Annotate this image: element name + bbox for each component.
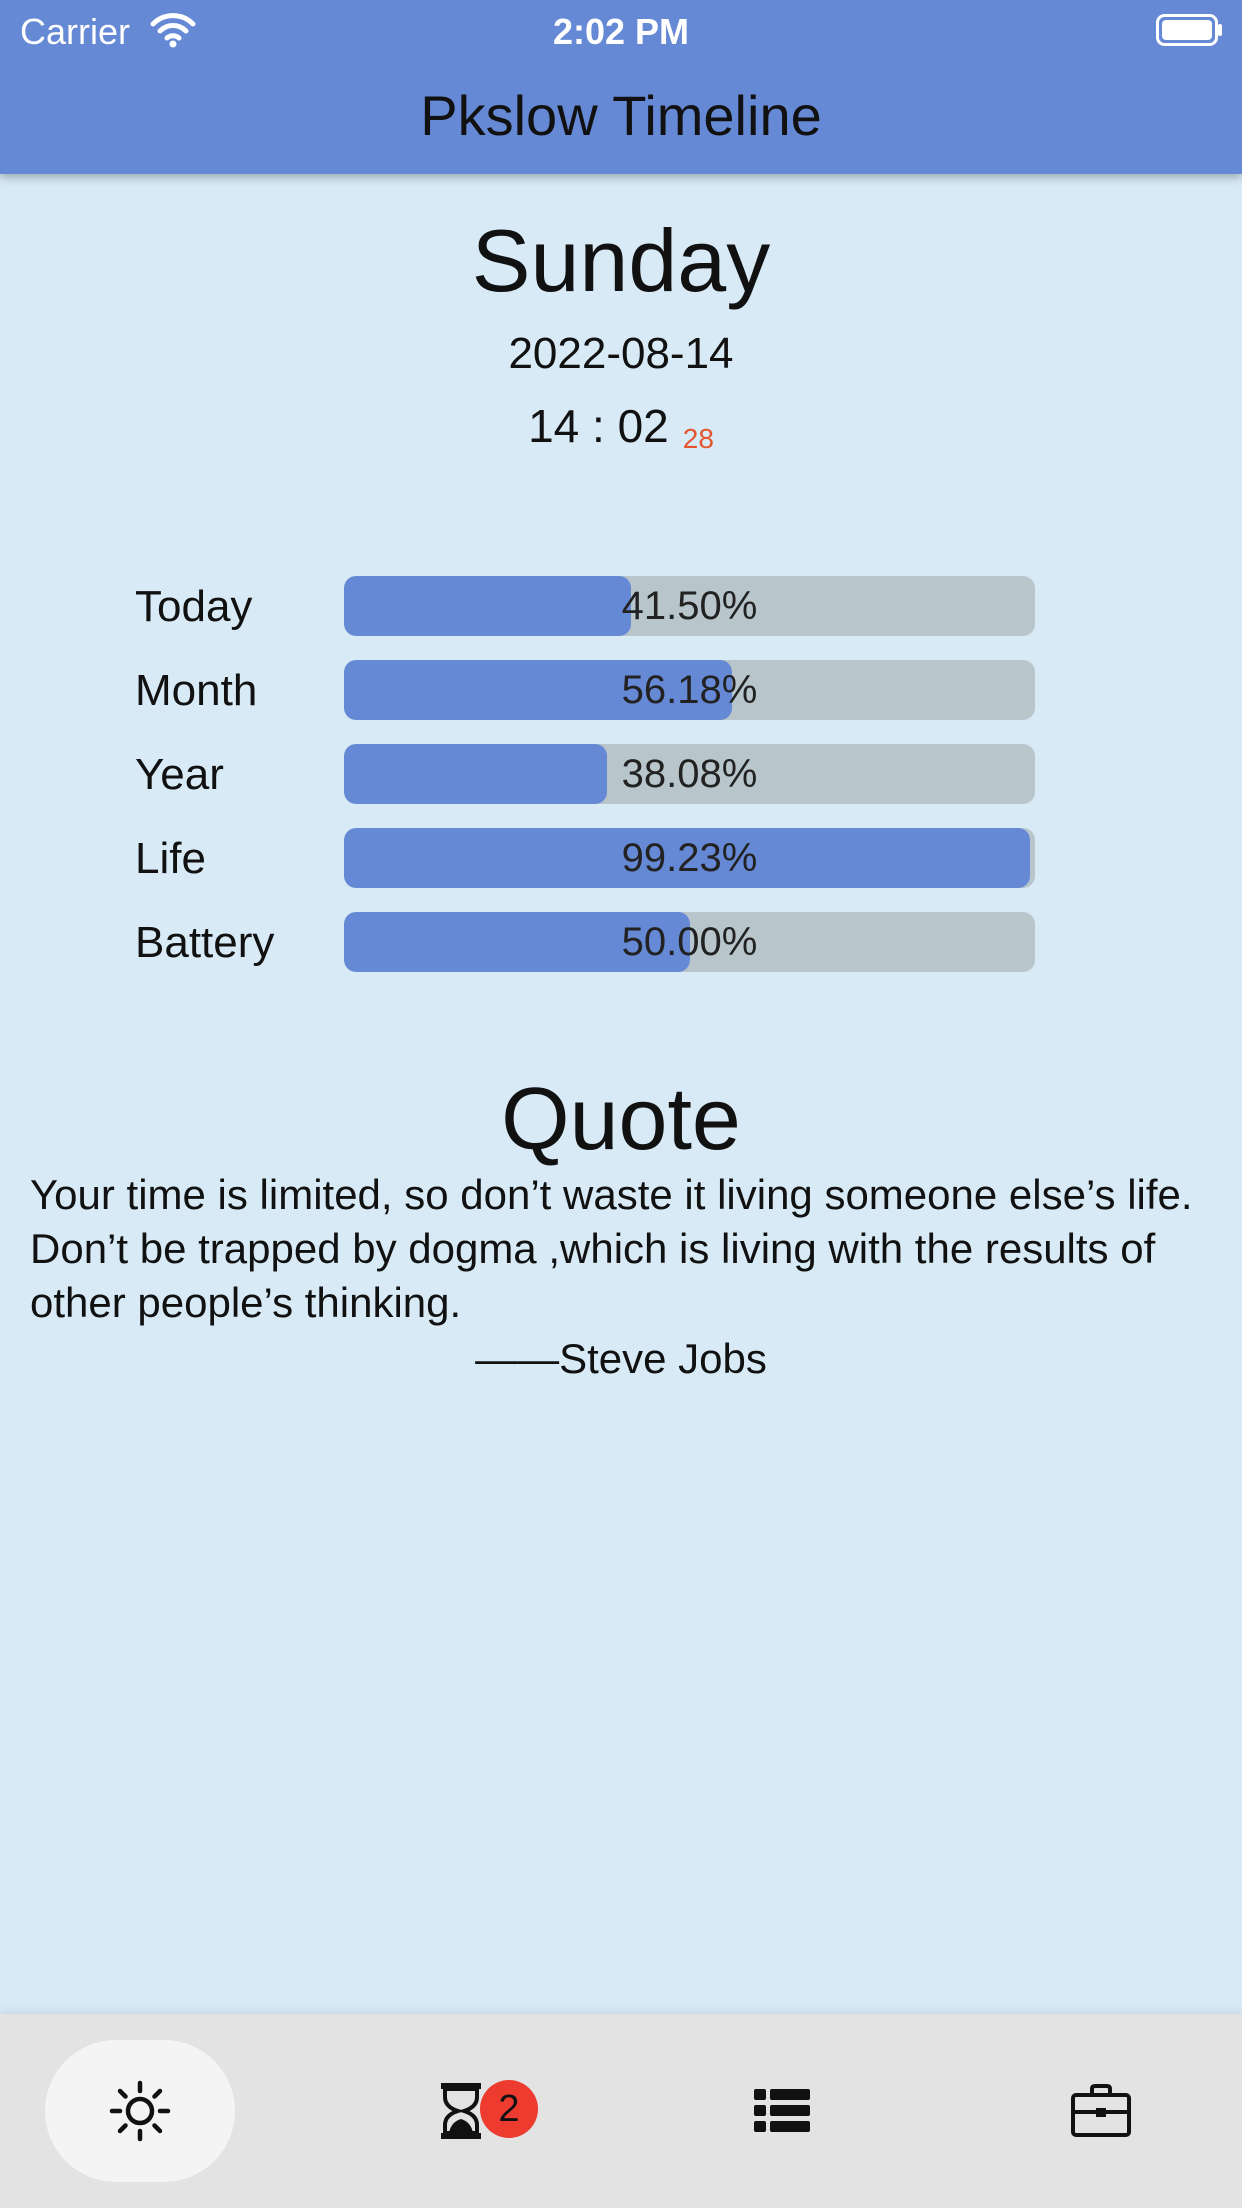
progress-bar-year: 38.08% bbox=[344, 744, 1035, 804]
progress-row-battery: Battery 50.00% bbox=[0, 912, 1242, 974]
status-time: 2:02 PM bbox=[552, 11, 690, 52]
battery-icon bbox=[1156, 14, 1222, 46]
progress-row-month: Month 56.18% bbox=[0, 660, 1242, 722]
progress-value: 50.00% bbox=[621, 920, 758, 964]
progress-value: 56.18% bbox=[621, 668, 758, 712]
sun-icon bbox=[109, 2080, 171, 2142]
clock: 14 : 02 28 bbox=[0, 398, 1242, 466]
bottom-nav: 2 bbox=[0, 2014, 1242, 2208]
progress-label: Month bbox=[135, 666, 258, 715]
app-bar: Carrier 2:02 PM Pkslow Timeline bbox=[0, 0, 1242, 174]
nav-item-list[interactable] bbox=[687, 2040, 877, 2182]
quote-heading: Quote bbox=[501, 1069, 741, 1168]
nav-item-today[interactable] bbox=[45, 2040, 235, 2182]
progress-label: Life bbox=[135, 834, 206, 883]
quote-text: Your time is limited, so don’t waste it … bbox=[30, 1171, 1193, 1326]
progress-row-life: Life 99.23% bbox=[0, 828, 1242, 890]
notification-badge: 2 bbox=[480, 2080, 538, 2138]
progress-value: 38.08% bbox=[621, 752, 758, 796]
briefcase-icon bbox=[1071, 2084, 1131, 2137]
quote-author: ——Steve Jobs bbox=[475, 1335, 767, 1382]
nav-item-countdown[interactable]: 2 bbox=[366, 2040, 556, 2182]
app-title: Pkslow Timeline bbox=[420, 84, 822, 147]
progress-label: Battery bbox=[135, 918, 275, 967]
progress-value: 99.23% bbox=[621, 836, 758, 880]
clock-seconds: 28 bbox=[682, 423, 714, 454]
progress-row-today: Today 41.50% bbox=[0, 576, 1242, 638]
clock-hours-minutes: 14 : 02 bbox=[528, 400, 669, 452]
progress-row-year: Year 38.08% bbox=[0, 744, 1242, 806]
progress-bar-month: 56.18% bbox=[344, 660, 1035, 720]
date-text: 2022-08-14 bbox=[508, 329, 734, 378]
nav-item-tools[interactable] bbox=[1006, 2040, 1196, 2182]
progress-label: Today bbox=[135, 582, 253, 631]
progress-label: Year bbox=[135, 750, 224, 799]
day-name: Sunday bbox=[471, 211, 771, 310]
progress-bar-today: 41.50% bbox=[344, 576, 1035, 636]
progress-bar-battery: 50.00% bbox=[344, 912, 1035, 972]
progress-bar-life: 99.23% bbox=[344, 828, 1035, 888]
progress-value: 41.50% bbox=[621, 584, 758, 628]
list-icon bbox=[754, 2089, 810, 2132]
